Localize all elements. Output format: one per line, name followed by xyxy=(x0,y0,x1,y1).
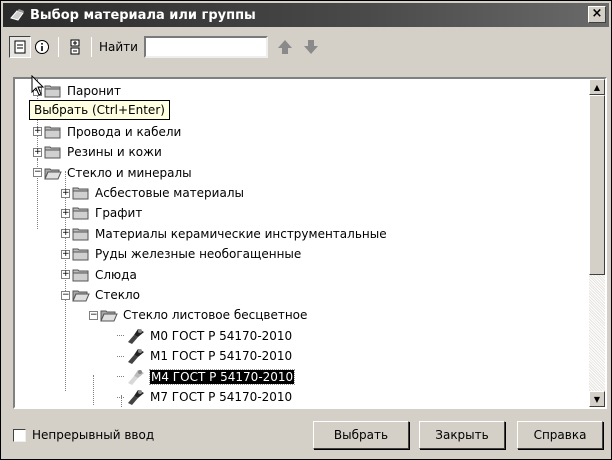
expand-icon[interactable]: + xyxy=(61,249,70,259)
folder-icon xyxy=(72,268,95,282)
tree-group-item[interactable]: +Паронит xyxy=(33,81,121,101)
tree-connector xyxy=(117,355,124,357)
tree-group-item[interactable]: − Стекло листовое бесцветное xyxy=(89,305,307,325)
tree-group-item[interactable]: + Материалы керамические инструментальные xyxy=(61,224,387,244)
toolbar-separator xyxy=(58,37,59,57)
tree-item-label: Графит xyxy=(95,206,143,221)
tree-material-item[interactable]: М4 ГОСТ Р 54170-2010 xyxy=(117,367,296,387)
select-tooltip: Выбрать (Ctrl+Enter) xyxy=(29,100,170,120)
scroll-up-button[interactable]: ▲ xyxy=(589,79,605,95)
tree-group-item[interactable]: + Асбестовые материалы xyxy=(61,183,244,203)
expand-collapse-icon xyxy=(70,39,80,55)
dialog-footer: Непрерывный ввод Выбрать Закрыть Справка xyxy=(13,421,609,451)
select-button[interactable] xyxy=(9,36,31,58)
mouse-cursor-icon xyxy=(31,75,45,96)
title-bar[interactable]: Выбор материала или группы × xyxy=(3,3,609,27)
expand-icon[interactable]: + xyxy=(33,147,42,157)
tree-material-item[interactable]: М7 ГОСТ Р 54170-2010 xyxy=(117,387,292,407)
tree-connector xyxy=(117,335,124,337)
tree-group-item[interactable]: + Резины и кожи xyxy=(33,142,162,162)
folder-open-icon xyxy=(44,166,67,180)
tree-item-label: Провода и кабели xyxy=(67,124,182,139)
expand-icon[interactable]: + xyxy=(61,270,70,280)
collapse-icon[interactable]: − xyxy=(89,310,98,320)
arrow-up-icon[interactable] xyxy=(276,38,294,56)
tree-connector xyxy=(117,396,124,398)
tree-group-item[interactable]: + Провода и кабели xyxy=(33,122,181,142)
expand-icon[interactable]: + xyxy=(33,127,42,137)
material-icon xyxy=(126,327,150,345)
tree-item-label: М4 ГОСТ Р 54170-2010 xyxy=(148,368,296,385)
select-icon xyxy=(14,40,26,54)
tree-item-label: Асбестовые материалы xyxy=(95,186,244,200)
tree-connector xyxy=(117,376,124,378)
folder-icon xyxy=(44,84,67,98)
tree-group-item[interactable]: + Графит xyxy=(61,203,142,223)
toolbar-separator xyxy=(91,37,92,57)
folder-icon xyxy=(44,145,67,159)
tree-item-label: Слюда xyxy=(95,267,137,282)
expand-icon[interactable]: + xyxy=(61,229,70,239)
toolbar: Найти xyxy=(9,33,609,61)
scroll-down-button[interactable]: ▼ xyxy=(589,391,605,407)
tree-item-label: Стекло и минералы xyxy=(67,165,192,180)
expand-collapse-button[interactable] xyxy=(64,36,86,58)
tree-item-label: Стекло листовое бесцветное xyxy=(123,308,308,323)
folder-icon xyxy=(44,125,67,139)
folder-icon xyxy=(72,247,95,261)
find-label: Найти xyxy=(99,40,138,54)
scroll-thumb[interactable] xyxy=(589,95,605,275)
window-title: Выбор материала или группы xyxy=(30,7,256,23)
tree-content: +Паронит+Провода и кабели+Резины и кожи−… xyxy=(15,79,591,407)
select-ok-button[interactable]: Выбрать xyxy=(313,421,409,449)
folder-icon xyxy=(72,206,95,220)
info-button[interactable] xyxy=(31,36,53,58)
collapse-icon[interactable]: − xyxy=(33,168,42,178)
tree-item-label: М7 ГОСТ Р 54170-2010 xyxy=(150,390,293,404)
folder-open-icon xyxy=(72,288,95,302)
tree-group-item[interactable]: − Стекло xyxy=(61,285,140,305)
tree-group-item[interactable]: − Стекло и минералы xyxy=(33,163,192,183)
material-select-dialog: Выбор материала или группы × Найти Парон… xyxy=(0,0,612,460)
folder-icon xyxy=(72,186,95,200)
continuous-input-checkbox[interactable] xyxy=(13,428,26,442)
vertical-scrollbar[interactable]: ▲ ▼ xyxy=(589,79,605,407)
tree-item-label: Стекло xyxy=(95,288,141,302)
tree-item-label: Материалы керамические инструментальные xyxy=(95,226,387,241)
tree-item-label: М1 ГОСТ Р 54170-2010 xyxy=(150,349,293,364)
close-window-button[interactable]: × xyxy=(588,6,606,23)
continuous-input-option[interactable]: Непрерывный ввод xyxy=(13,428,154,442)
info-icon xyxy=(35,40,49,54)
materials-tree[interactable]: +Паронит+Провода и кабели+Резины и кожи−… xyxy=(13,77,607,409)
close-button[interactable]: Закрыть xyxy=(419,421,505,449)
material-icon xyxy=(126,347,150,365)
tree-item-label: М0 ГОСТ Р 54170-2010 xyxy=(150,328,293,343)
expand-icon[interactable]: + xyxy=(61,188,70,198)
tree-group-item[interactable]: + Слюда xyxy=(61,265,137,285)
material-icon xyxy=(126,388,150,406)
tree-group-item[interactable]: + Руды железные необогащенные xyxy=(61,244,301,264)
help-button[interactable]: Справка xyxy=(517,421,603,449)
continuous-input-label: Непрерывный ввод xyxy=(32,428,155,442)
tree-item-label: Руды железные необогащенные xyxy=(95,247,302,262)
tree-item-label: Паронит xyxy=(67,84,121,98)
tree-material-item[interactable]: М0 ГОСТ Р 54170-2010 xyxy=(117,326,292,346)
folder-open-icon xyxy=(100,308,123,322)
tree-guide-line xyxy=(93,375,94,405)
tree-item-label: Резины и кожи xyxy=(67,145,162,160)
tree-material-item[interactable]: М1 ГОСТ Р 54170-2010 xyxy=(117,346,292,366)
material-app-icon xyxy=(10,9,24,21)
find-input[interactable] xyxy=(143,36,268,58)
arrow-down-icon[interactable] xyxy=(302,38,320,56)
expand-icon[interactable]: + xyxy=(61,208,70,218)
collapse-icon[interactable]: − xyxy=(61,290,70,300)
material-icon xyxy=(126,368,150,386)
folder-icon xyxy=(72,227,95,241)
